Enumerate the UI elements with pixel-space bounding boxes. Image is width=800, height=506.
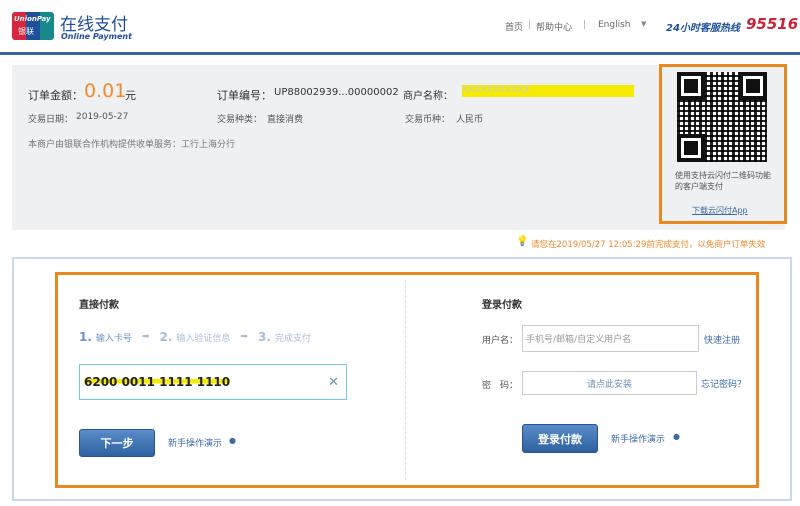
step-label: 输入验证信息 [176, 333, 231, 344]
type-label: 交易种类： [217, 115, 263, 125]
amount-unit: 元 [125, 89, 136, 102]
merchant-name-redacted: XXXXXXXXXXX [462, 85, 634, 97]
nav-home-link[interactable]: 首页 [505, 20, 523, 33]
chevron-down-icon[interactable]: ▼ [641, 20, 646, 28]
step-number: 3. [257, 330, 271, 344]
arrow-right-icon: ➡ [240, 332, 248, 342]
step-label: 输入卡号 [95, 333, 132, 344]
guide-link[interactable]: 新手操作演示 [168, 436, 222, 449]
password-label: 密 码： [482, 381, 519, 391]
order-amount: 0.01 [84, 80, 127, 102]
qr-code-panel: 使用支持云闪付二维码功能的客户端支付 下载云闪付App [659, 64, 787, 224]
amount-label: 订单金额： [28, 89, 83, 102]
password-input[interactable]: 请点此安装 [522, 371, 697, 395]
login-pay-button[interactable]: 登录付款 [522, 424, 598, 453]
step-label: 完成支付 [274, 333, 311, 344]
card-number-input[interactable]: 6200 0011 1111 1110 ✕ [79, 364, 347, 400]
lightbulb-icon: 💡 [516, 236, 529, 247]
hotline-label: 24小时客服热线 [666, 23, 740, 34]
nav-help-link[interactable]: 帮助中心 [536, 20, 572, 33]
merchant-label: 商户名称： [403, 91, 453, 102]
direct-pay-title: 直接付款 [79, 300, 119, 311]
step-number: 2. [159, 330, 173, 344]
steps-indicator: 1. 输入卡号 ➡ 2. 输入验证信息 ➡ 3. 完成支付 [79, 330, 311, 344]
service-note: 本商户由银联合作机构提供收单服务：工行上海分行 [28, 140, 236, 150]
step-number: 1. [79, 330, 92, 344]
nav-separator: | [528, 20, 532, 30]
install-plugin-hint[interactable]: 请点此安装 [587, 377, 632, 390]
download-app-link[interactable]: 下载云闪付App [692, 205, 748, 216]
login-pay-title: 登录付款 [482, 300, 522, 311]
logo-text: UnionPay [14, 15, 51, 23]
info-icon[interactable]: ● [229, 436, 236, 445]
order-no-label: 订单编号： [217, 89, 272, 102]
date-label: 交易日期： [28, 115, 74, 125]
qr-caption: 使用支持云闪付二维码功能的客户端支付 [675, 171, 771, 191]
logo-text-cn: 银联 [18, 27, 34, 36]
username-label: 用户名： [482, 336, 519, 346]
next-step-button[interactable]: 下一步 [79, 429, 155, 457]
forgot-password-link[interactable]: 忘记密码？ [701, 377, 746, 390]
brand-subtitle: Online Payment [61, 32, 132, 41]
username-placeholder: 手机号/邮箱/自定义用户名 [526, 335, 632, 345]
clear-icon[interactable]: ✕ [328, 375, 339, 390]
transaction-type: 直接消费 [267, 115, 304, 125]
hotline-number: 95516 [746, 15, 799, 33]
header: UnionPay 银联 在线支付 Online Payment 首页 | 帮助中… [0, 0, 800, 55]
payment-deadline-warning: 请您在2019/05/27 12:05:29前完成支付，以免商户订单失效 [531, 240, 766, 250]
guide-link[interactable]: 新手操作演示 [611, 432, 665, 445]
username-input[interactable]: 手机号/邮箱/自定义用户名 [522, 325, 699, 352]
order-date: 2019-05-27 [76, 112, 129, 122]
card-number-value: 6200 0011 1111 1110 [84, 375, 231, 389]
order-no: UP88002939...00000002 [274, 87, 399, 98]
arrow-right-icon: ➡ [141, 332, 150, 342]
register-link[interactable]: 快速注册 [704, 333, 740, 346]
currency-label: 交易币种： [405, 115, 451, 125]
info-icon[interactable]: ● [673, 432, 680, 441]
language-select[interactable]: English [598, 20, 631, 30]
currency: 人民币 [456, 115, 484, 125]
nav-separator: | [583, 20, 587, 30]
qr-code [677, 72, 767, 162]
